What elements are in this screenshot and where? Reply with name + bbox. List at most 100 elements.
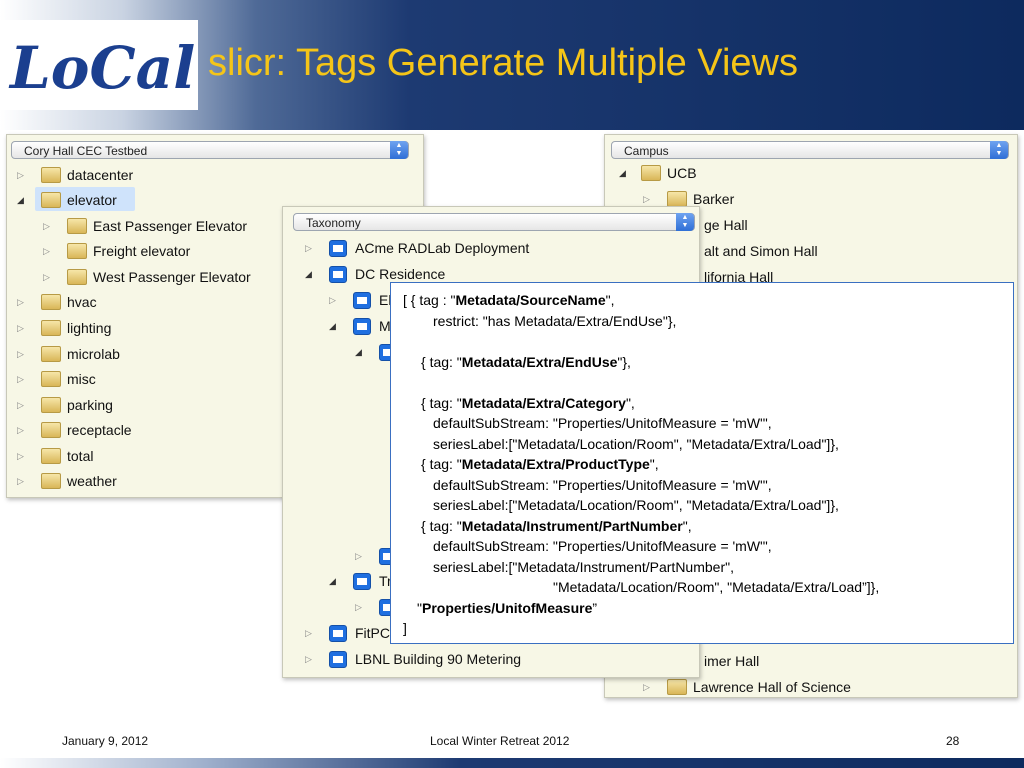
tree-item-label: FitPC	[355, 625, 390, 641]
disclosure-triangle-icon[interactable]: ▷	[355, 544, 371, 568]
tree-item-label: hvac	[67, 294, 97, 310]
disclosure-triangle-icon[interactable]: ◢	[619, 161, 635, 185]
tree-item-label: receptacle	[67, 422, 132, 438]
tree-item-label: UCB	[667, 165, 697, 181]
tree-item-label: lighting	[67, 320, 112, 336]
tree-item: ge Hall	[704, 213, 1004, 237]
code-line: defaultSubStream: "Properties/UnitofMeas…	[433, 415, 772, 431]
code-line: seriesLabel:["Metadata/Location/Room", "…	[433, 435, 839, 452]
tree-item-label: East Passenger Elevator	[93, 218, 248, 234]
folder-icon	[41, 422, 61, 438]
folder-icon	[67, 243, 87, 259]
code-line: defaultSubStream: "Properties/UnitofMeas…	[433, 538, 772, 554]
tree-item-label: alt and Simon Hall	[704, 243, 818, 259]
tag-config-code: [ { tag : "Metadata/SourceName", restric…	[390, 282, 1014, 644]
tree-item-label: misc	[67, 371, 96, 387]
disclosure-triangle-icon[interactable]: ▷	[17, 469, 33, 493]
tree-item[interactable]: ▷ ACme RADLab Deployment	[305, 236, 685, 260]
slide-header: LoCal slicr: Tags Generate Multiple View…	[0, 0, 1024, 130]
folder-icon	[41, 192, 61, 208]
folder-icon	[41, 294, 61, 310]
campus-select-value: Campus	[624, 144, 669, 158]
taxonomy-select[interactable]: Taxonomy ▲ ▼	[293, 213, 695, 231]
disclosure-triangle-icon[interactable]: ◢	[329, 569, 345, 593]
disclosure-triangle-icon[interactable]: ◢	[355, 340, 371, 364]
slide-number: 28	[946, 734, 960, 748]
disclosure-triangle-icon[interactable]: ▷	[17, 290, 33, 314]
tree-item-label: parking	[67, 397, 113, 413]
code-line: { tag: "Metadata/Extra/Category",	[421, 394, 635, 411]
code-line: [ { tag : "Metadata/SourceName",	[403, 292, 615, 308]
disclosure-triangle-icon[interactable]: ▷	[43, 265, 59, 289]
disclosure-triangle-icon[interactable]: ▷	[43, 239, 59, 263]
disclosure-triangle-icon[interactable]: ▷	[43, 214, 59, 238]
tree-item[interactable]: ▷ Lawrence Hall of Science	[643, 675, 1003, 697]
folder-icon	[329, 240, 347, 257]
tree-item-label: weather	[67, 473, 117, 489]
footer-bar	[0, 758, 1024, 768]
tree-item-label: microlab	[67, 346, 120, 362]
disclosure-triangle-icon[interactable]: ◢	[305, 262, 321, 286]
disclosure-triangle-icon[interactable]: ▷	[355, 595, 371, 619]
tree-item-label: ge Hall	[704, 217, 748, 233]
folder-icon	[41, 346, 61, 362]
disclosure-triangle-icon[interactable]: ▷	[305, 621, 321, 645]
folder-icon	[41, 473, 61, 489]
disclosure-triangle-icon[interactable]: ▷	[17, 393, 33, 417]
local-logo: LoCal	[0, 20, 198, 110]
slide-title: slicr: Tags Generate Multiple Views	[208, 42, 798, 84]
disclosure-triangle-icon[interactable]: ▷	[17, 342, 33, 366]
folder-icon	[641, 165, 661, 181]
testbed-select-value: Cory Hall CEC Testbed	[24, 144, 148, 158]
folder-icon	[329, 651, 347, 668]
tree-item-label: Lawrence Hall of Science	[693, 679, 851, 695]
tree-item[interactable]: ▷ datacenter	[17, 163, 397, 187]
disclosure-triangle-icon[interactable]: ◢	[17, 188, 33, 212]
code-line: seriesLabel:["Metadata/Location/Room", "…	[433, 497, 839, 513]
tree-item-label: Freight elevator	[93, 243, 191, 259]
folder-icon	[353, 292, 371, 309]
folder-icon	[41, 167, 61, 183]
disclosure-triangle-icon[interactable]: ▷	[17, 444, 33, 468]
code-line: restrict: "has Metadata/Extra/EndUse"},	[433, 312, 677, 329]
code-line: seriesLabel:["Metadata/Instrument/PartNu…	[433, 558, 734, 575]
disclosure-triangle-icon[interactable]: ▷	[17, 163, 33, 187]
disclosure-triangle-icon[interactable]: ▷	[17, 367, 33, 391]
tree-item-label: total	[67, 448, 94, 464]
tree-item-label: ACme RADLab Deployment	[355, 240, 530, 256]
code-line: { tag: "Metadata/Instrument/PartNumber",	[421, 517, 692, 534]
folder-icon	[667, 679, 687, 695]
disclosure-triangle-icon[interactable]: ▷	[17, 316, 33, 340]
tree-item[interactable]: ◢ UCB	[619, 161, 999, 185]
tree-item[interactable]: ▷ LBNL Building 90 Metering	[305, 647, 685, 671]
folder-icon	[41, 448, 61, 464]
disclosure-triangle-icon[interactable]: ▷	[305, 236, 321, 260]
tree-item-label: M	[379, 318, 391, 334]
disclosure-triangle-icon[interactable]: ▷	[17, 418, 33, 442]
tree-item-label: elevator	[67, 192, 117, 208]
folder-icon	[67, 218, 87, 234]
logo-text: LoCal	[8, 34, 194, 102]
folder-icon	[667, 191, 687, 207]
code-line: "Metadata/Location/Room", "Metadata/Extr…	[553, 579, 880, 595]
disclosure-triangle-icon[interactable]: ▷	[305, 647, 321, 671]
folder-icon	[67, 269, 87, 285]
select-arrows-icon: ▲ ▼	[390, 141, 408, 159]
folder-icon	[41, 320, 61, 336]
disclosure-triangle-icon[interactable]: ▷	[329, 288, 345, 312]
folder-icon	[41, 397, 61, 413]
select-arrows-icon: ▲ ▼	[990, 141, 1008, 159]
taxonomy-select-value: Taxonomy	[306, 216, 361, 230]
tree-item: alt and Simon Hall	[704, 239, 1004, 263]
tree-item-label: LBNL Building 90 Metering	[355, 651, 522, 667]
disclosure-triangle-icon[interactable]: ▷	[643, 675, 659, 697]
campus-select[interactable]: Campus ▲ ▼	[611, 141, 1009, 159]
folder-icon	[353, 573, 371, 590]
testbed-select[interactable]: Cory Hall CEC Testbed ▲ ▼	[11, 141, 409, 159]
footer-event: Local Winter Retreat 2012	[430, 734, 570, 748]
disclosure-triangle-icon[interactable]: ◢	[329, 314, 345, 338]
tree-item: imer Hall	[704, 649, 1004, 673]
footer-date: January 9, 2012	[62, 734, 149, 748]
